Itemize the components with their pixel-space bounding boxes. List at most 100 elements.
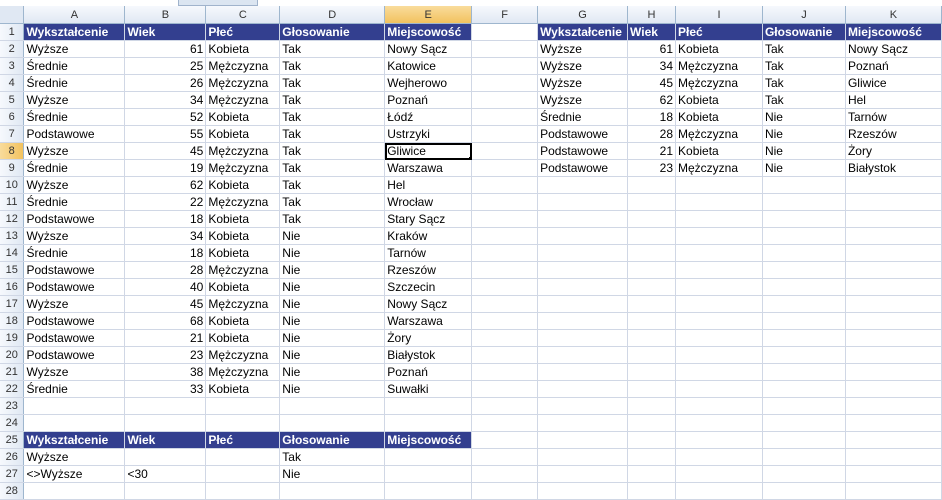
row-header[interactable]: 19 bbox=[0, 329, 25, 347]
cell-b21[interactable]: 38 bbox=[124, 363, 207, 381]
row-header[interactable]: 20 bbox=[0, 346, 25, 364]
cell-c14[interactable]: Kobieta bbox=[205, 244, 281, 262]
cell-f28[interactable] bbox=[471, 482, 539, 500]
cell-f12[interactable] bbox=[471, 210, 539, 228]
cell-i20[interactable] bbox=[675, 346, 763, 364]
cell-k18[interactable] bbox=[845, 312, 942, 330]
row-header[interactable]: 10 bbox=[0, 176, 25, 194]
cell-k4[interactable]: Gliwice bbox=[845, 74, 942, 92]
cell-b2[interactable]: 61 bbox=[124, 40, 207, 58]
cell-h19[interactable] bbox=[627, 329, 677, 347]
cell-b17[interactable]: 45 bbox=[124, 295, 207, 313]
cell-e11[interactable]: Wrocław bbox=[384, 193, 473, 211]
cell-f6[interactable] bbox=[471, 108, 539, 126]
cell-i7[interactable]: Mężczyzna bbox=[675, 125, 763, 143]
cell-c3[interactable]: Mężczyzna bbox=[205, 57, 281, 75]
cell-a24[interactable] bbox=[23, 414, 126, 432]
cell-a19[interactable]: Podstawowe bbox=[23, 329, 126, 347]
cell-f18[interactable] bbox=[471, 312, 539, 330]
cell-j4[interactable]: Tak bbox=[762, 74, 846, 92]
cell-c8[interactable]: Mężczyzna bbox=[205, 142, 281, 160]
cell-c6[interactable]: Kobieta bbox=[205, 108, 281, 126]
cell-k8[interactable]: Żory bbox=[845, 142, 942, 160]
cell-i17[interactable] bbox=[675, 295, 763, 313]
cell-d22[interactable]: Nie bbox=[279, 380, 386, 398]
row-header[interactable]: 21 bbox=[0, 363, 25, 381]
cell-e16[interactable]: Szczecin bbox=[384, 278, 473, 296]
cell-j15[interactable] bbox=[762, 261, 846, 279]
cell-a8[interactable]: Wyższe bbox=[23, 142, 126, 160]
column-header-b[interactable]: B bbox=[124, 6, 207, 24]
cell-k1[interactable]: Miejscowość bbox=[845, 23, 942, 41]
cell-k28[interactable] bbox=[845, 482, 942, 500]
cell-j18[interactable] bbox=[762, 312, 846, 330]
cell-d3[interactable]: Tak bbox=[279, 57, 386, 75]
cell-g24[interactable] bbox=[537, 414, 629, 432]
cell-k14[interactable] bbox=[845, 244, 942, 262]
cell-j26[interactable] bbox=[762, 448, 846, 466]
cell-d16[interactable]: Nie bbox=[279, 278, 386, 296]
cell-j23[interactable] bbox=[762, 397, 846, 415]
cell-c19[interactable]: Kobieta bbox=[205, 329, 281, 347]
cell-a1[interactable]: Wykształcenie bbox=[23, 23, 126, 41]
cell-i6[interactable]: Kobieta bbox=[675, 108, 763, 126]
cell-i21[interactable] bbox=[675, 363, 763, 381]
cell-b26[interactable] bbox=[124, 448, 207, 466]
cell-f2[interactable] bbox=[471, 40, 539, 58]
cell-b5[interactable]: 34 bbox=[124, 91, 207, 109]
cell-b25[interactable]: Wiek bbox=[124, 431, 207, 449]
cell-b11[interactable]: 22 bbox=[124, 193, 207, 211]
cell-a3[interactable]: Średnie bbox=[23, 57, 126, 75]
cell-j11[interactable] bbox=[762, 193, 846, 211]
cell-j12[interactable] bbox=[762, 210, 846, 228]
cell-h1[interactable]: Wiek bbox=[627, 23, 677, 41]
column-header-c[interactable]: C bbox=[205, 6, 281, 24]
cell-f9[interactable] bbox=[471, 159, 539, 177]
cell-a23[interactable] bbox=[23, 397, 126, 415]
cell-g28[interactable] bbox=[537, 482, 629, 500]
cell-a10[interactable]: Wyższe bbox=[23, 176, 126, 194]
cell-i8[interactable]: Kobieta bbox=[675, 142, 763, 160]
cell-d14[interactable]: Nie bbox=[279, 244, 386, 262]
cell-j28[interactable] bbox=[762, 482, 846, 500]
cell-b13[interactable]: 34 bbox=[124, 227, 207, 245]
cell-k17[interactable] bbox=[845, 295, 942, 313]
column-header-e[interactable]: E bbox=[384, 6, 473, 24]
row-header[interactable]: 17 bbox=[0, 295, 25, 313]
row-header[interactable]: 8 bbox=[0, 142, 25, 160]
cell-k25[interactable] bbox=[845, 431, 942, 449]
cell-c1[interactable]: Płeć bbox=[205, 23, 281, 41]
cell-e24[interactable] bbox=[384, 414, 473, 432]
cell-b27[interactable]: <30 bbox=[124, 465, 207, 483]
column-header-i[interactable]: I bbox=[675, 6, 763, 24]
cell-a2[interactable]: Wyższe bbox=[23, 40, 126, 58]
cell-g27[interactable] bbox=[537, 465, 629, 483]
cell-g20[interactable] bbox=[537, 346, 629, 364]
cell-e15[interactable]: Rzeszów bbox=[384, 261, 473, 279]
row-header[interactable]: 23 bbox=[0, 397, 25, 415]
cell-c18[interactable]: Kobieta bbox=[205, 312, 281, 330]
cell-f26[interactable] bbox=[471, 448, 539, 466]
cell-j19[interactable] bbox=[762, 329, 846, 347]
cell-k5[interactable]: Hel bbox=[845, 91, 942, 109]
cell-g15[interactable] bbox=[537, 261, 629, 279]
row-header[interactable]: 13 bbox=[0, 227, 25, 245]
cell-h13[interactable] bbox=[627, 227, 677, 245]
cell-d15[interactable]: Nie bbox=[279, 261, 386, 279]
cell-a26[interactable]: Wyższe bbox=[23, 448, 126, 466]
cell-d26[interactable]: Tak bbox=[279, 448, 386, 466]
cell-b3[interactable]: 25 bbox=[124, 57, 207, 75]
row-header[interactable]: 27 bbox=[0, 465, 25, 483]
cell-e6[interactable]: Łódź bbox=[384, 108, 473, 126]
cell-g21[interactable] bbox=[537, 363, 629, 381]
cell-a17[interactable]: Wyższe bbox=[23, 295, 126, 313]
cell-h2[interactable]: 61 bbox=[627, 40, 677, 58]
cell-f1[interactable] bbox=[471, 23, 539, 41]
cell-f21[interactable] bbox=[471, 363, 539, 381]
row-header[interactable]: 7 bbox=[0, 125, 25, 143]
row-header[interactable]: 28 bbox=[0, 482, 25, 500]
cell-i18[interactable] bbox=[675, 312, 763, 330]
cell-i3[interactable]: Mężczyzna bbox=[675, 57, 763, 75]
cell-c21[interactable]: Mężczyzna bbox=[205, 363, 281, 381]
cell-k20[interactable] bbox=[845, 346, 942, 364]
